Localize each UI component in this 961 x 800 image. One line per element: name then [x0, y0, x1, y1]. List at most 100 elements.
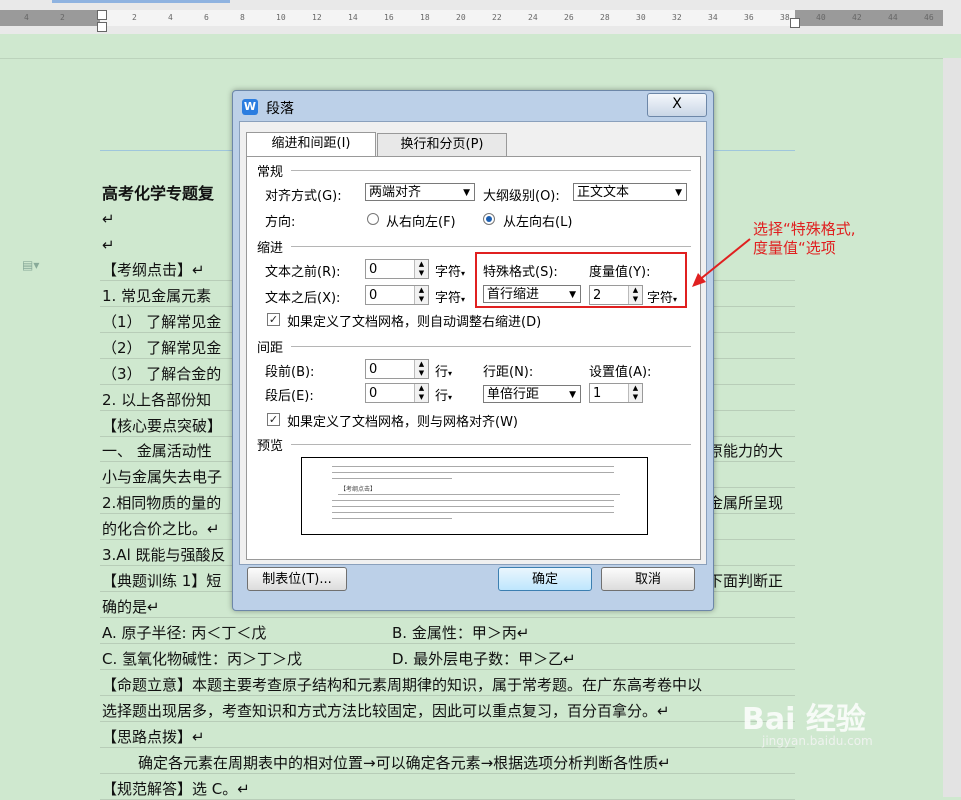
right-indent-marker[interactable] — [790, 18, 800, 28]
set-value-input[interactable]: 1 ▲ ▼ — [589, 383, 643, 403]
tabs-button[interactable]: 制表位(T)... — [247, 567, 347, 591]
preview-line — [332, 478, 452, 479]
wps-app-icon: W — [242, 99, 258, 115]
spinner-icon[interactable]: ▲ ▼ — [628, 384, 642, 402]
indent-after-input[interactable]: 0 ▲ ▼ — [365, 285, 429, 305]
chevron-down-icon: ▾ — [448, 369, 453, 378]
unit-text: 字符 — [435, 291, 462, 306]
unit-text: 行 — [435, 365, 449, 380]
doc-line: 2. 以上各部份知 — [102, 391, 212, 409]
space-after-unit[interactable]: 行▾ — [435, 385, 452, 404]
space-after-input[interactable]: 0 ▲ ▼ — [365, 383, 429, 403]
outline-select[interactable]: 正文文本 ▼ — [573, 183, 687, 201]
first-line-indent-marker[interactable] — [97, 10, 107, 20]
doc-line: 【典题训练 1】短 — [102, 572, 222, 590]
annotation-line: 度量值“选项 — [753, 239, 836, 257]
tab-indent-spacing[interactable]: 缩进和间距(I) — [246, 132, 376, 157]
doc-line: 1. 常见金属元素 — [102, 287, 212, 305]
horizontal-ruler[interactable]: 4 2 2 4 6 8 10 12 14 16 18 20 22 24 26 28 30 32 34 36 38 40 42… — [0, 0, 961, 34]
doc-line: C. 氢氧化物碱性：丙＞丁＞戊 — [102, 650, 303, 668]
ruler-tick: 8 — [240, 13, 245, 22]
watermark-url: jingyan.baidu.com — [762, 734, 873, 748]
ruler-tick: 44 — [888, 13, 898, 22]
ltr-label: 从左向右(L) — [503, 215, 573, 230]
section-general: 常规 — [257, 165, 284, 180]
dialog-titlebar[interactable]: W 段落 X — [233, 91, 713, 121]
line-spacing-select[interactable]: 单倍行距 ▼ — [483, 385, 581, 403]
rtl-label: 从右向左(F) — [386, 215, 456, 230]
doc-line: （2） 了解常见金 — [102, 339, 222, 357]
ruler-tick: 36 — [744, 13, 754, 22]
chevron-down-icon: ▼ — [569, 390, 576, 400]
doc-line: （3） 了解合金的 — [102, 365, 222, 383]
ruler-tick: 22 — [492, 13, 502, 22]
doc-line: 【思路点拨】↵ — [102, 728, 205, 746]
doc-fragment: 原能力的大 — [708, 442, 784, 460]
ruler-tick: 40 — [816, 13, 826, 22]
spinner-icon[interactable]: ▲ ▼ — [414, 384, 428, 402]
dialog-body: 缩进和间距(I) 换行和分页(P) 常规 对齐方式(G): 两端对齐 ▼ 大纲级别… — [239, 121, 707, 565]
chevron-down-icon: ▾ — [461, 269, 466, 278]
left-indent-marker[interactable] — [97, 22, 107, 32]
indent-after-value: 0 — [369, 288, 378, 303]
divider — [291, 170, 691, 171]
ltr-radio[interactable] — [483, 213, 495, 225]
indent-before-input[interactable]: 0 ▲ ▼ — [365, 259, 429, 279]
ruler-tick: 2 — [60, 13, 65, 22]
outline-value: 正文文本 — [577, 185, 630, 200]
section-spacing: 间距 — [257, 341, 284, 356]
cancel-button[interactable]: 取消 — [601, 567, 695, 591]
space-before-input[interactable]: 0 ▲ ▼ — [365, 359, 429, 379]
ruler-tick: 42 — [852, 13, 862, 22]
watermark: Bai 经验 jingyan.baidu.com — [742, 694, 873, 748]
doc-line: （1） 了解常见金 — [102, 313, 222, 331]
annotation-text: 选择“特殊格式, 度量值“选项 — [753, 220, 856, 258]
doc-line: ↵ — [102, 236, 115, 254]
ruler-tick: 32 — [672, 13, 682, 22]
spinner-icon[interactable]: ▲ ▼ — [414, 360, 428, 378]
indent-after-unit[interactable]: 字符▾ — [435, 287, 465, 306]
space-after-label: 段后(E): — [265, 389, 314, 404]
ruler-tick: 26 — [564, 13, 574, 22]
snap-to-grid-checkbox[interactable]: ✓ — [267, 413, 280, 426]
tab-line-page-breaks[interactable]: 换行和分页(P) — [377, 133, 507, 156]
doc-line: 【规范解答】选 C。↵ — [102, 780, 250, 798]
ruler-tick: 34 — [708, 13, 718, 22]
ruler-tick: 12 — [312, 13, 322, 22]
doc-line: 确的是↵ — [102, 598, 160, 616]
spinner-icon[interactable]: ▲ ▼ — [414, 286, 428, 304]
close-button[interactable]: X — [647, 93, 707, 117]
preview-line — [332, 466, 614, 467]
ok-button[interactable]: 确定 — [498, 567, 592, 591]
doc-line: 选择题出现居多，考查知识和方式方法比较固定，因此可以重点复习，百分百拿分。↵ — [102, 702, 670, 720]
line-spacing-label: 行距(N): — [483, 365, 534, 380]
space-before-unit[interactable]: 行▾ — [435, 361, 452, 380]
preview-line — [338, 494, 620, 495]
align-select[interactable]: 两端对齐 ▼ — [365, 183, 475, 201]
auto-right-indent-checkbox[interactable]: ✓ — [267, 313, 280, 326]
rtl-radio[interactable] — [367, 213, 379, 225]
indent-before-unit[interactable]: 字符▾ — [435, 261, 465, 280]
ruler-tick: 10 — [276, 13, 286, 22]
grid-line — [100, 721, 795, 722]
doc-fragment: 下面判断正 — [708, 572, 784, 590]
auto-right-indent-label: 如果定义了文档网格，则自动调整右缩进(D) — [287, 315, 542, 330]
divider — [291, 346, 691, 347]
ruler-highlight — [52, 0, 230, 3]
ruler-tick: 16 — [384, 13, 394, 22]
space-after-value: 0 — [369, 386, 378, 401]
outline-label: 大纲级别(O): — [483, 189, 560, 204]
grid-line — [100, 695, 795, 696]
paragraph-dialog: W 段落 X 缩进和间距(I) 换行和分页(P) 常规 对齐方式(G): 两端对… — [232, 90, 714, 611]
preview-heading: 【考纲点击】 — [340, 486, 377, 493]
option-b: B. 金属性：甲＞丙↵ — [392, 624, 530, 642]
grid-line — [100, 669, 795, 670]
document-outline-icon[interactable]: ▤▾ — [22, 258, 39, 272]
set-value-label: 设置值(A): — [589, 365, 652, 380]
spinner-icon[interactable]: ▲ ▼ — [414, 260, 428, 278]
ruler-tick: 38 — [780, 13, 790, 22]
ruler-tick: 4 — [24, 13, 29, 22]
grid-line — [100, 747, 795, 748]
doc-line: 的化合价之比。↵ — [102, 520, 220, 538]
section-indent: 缩进 — [257, 241, 284, 256]
